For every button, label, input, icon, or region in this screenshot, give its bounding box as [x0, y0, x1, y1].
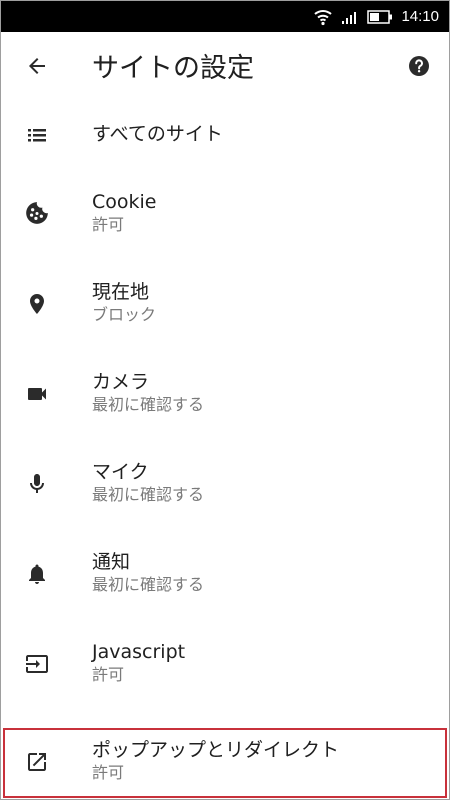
- location-pin-icon: [23, 290, 51, 318]
- list-item-texts: すべてのサイト: [92, 122, 223, 146]
- list-item-notifications[interactable]: 通知 最初に確認する: [1, 528, 449, 618]
- list-item-status: 許可: [92, 665, 125, 684]
- list-item-camera[interactable]: カメラ 最初に確認する: [1, 348, 449, 438]
- list-item-texts: 通知 最初に確認する: [92, 550, 204, 596]
- videocam-icon: [23, 380, 51, 408]
- microphone-icon: [23, 470, 51, 498]
- list-item-cookie[interactable]: Cookie 許可: [1, 168, 449, 258]
- list-item-label: マイク: [92, 461, 149, 483]
- list-item-label: 現在地: [92, 281, 150, 303]
- help-button[interactable]: [407, 54, 431, 78]
- list-item-texts: Cookie 許可: [92, 190, 157, 236]
- list-item-status: ブロック: [92, 305, 157, 324]
- list-item-label: 通知: [92, 551, 131, 573]
- input-icon: [23, 650, 51, 678]
- list-item-label: Cookie: [92, 191, 157, 213]
- back-button[interactable]: [23, 52, 51, 80]
- list-item-popups-redirects[interactable]: ポップアップとリダイレクト 許可: [3, 728, 447, 798]
- list-item-texts: Javascript 許可: [92, 640, 185, 686]
- list-item-texts: ポップアップとリダイレクト 許可: [92, 738, 339, 784]
- bell-icon: [23, 560, 51, 588]
- screen: 14:10 サイトの設定 すべてのサイト Cookie 許可 現在地 ブロック …: [0, 0, 450, 800]
- list-item-location[interactable]: 現在地 ブロック: [1, 258, 449, 348]
- battery-icon: [367, 9, 393, 24]
- list-item-microphone[interactable]: マイク 最初に確認する: [1, 438, 449, 528]
- list-item-texts: カメラ 最初に確認する: [92, 370, 204, 416]
- list-item-label: カメラ: [92, 371, 150, 393]
- signal-icon: [342, 11, 357, 24]
- list-item-status: 最初に確認する: [92, 575, 205, 594]
- status-icons: 14:10: [313, 1, 439, 32]
- page-title: サイトの設定: [92, 53, 254, 84]
- list-item-status: 許可: [92, 215, 125, 234]
- list-item-texts: マイク 最初に確認する: [92, 460, 204, 506]
- list-item-status: 許可: [92, 763, 125, 782]
- list-icon: [23, 121, 51, 149]
- status-bar: 14:10: [1, 1, 449, 32]
- arrow-back-icon: [29, 58, 45, 74]
- list-item-all-sites[interactable]: すべてのサイト: [1, 102, 449, 168]
- list-item-label: すべてのサイト: [92, 123, 223, 145]
- wifi-icon: [314, 9, 333, 25]
- list-item-status: 最初に確認する: [92, 485, 205, 504]
- list-item-status: 最初に確認する: [92, 395, 205, 414]
- list-item-javascript[interactable]: Javascript 許可: [1, 618, 449, 708]
- list-item-texts: 現在地 ブロック: [92, 280, 156, 326]
- app-bar: サイトの設定: [1, 32, 449, 102]
- open-in-new-icon: [23, 748, 51, 776]
- cookie-icon: [23, 199, 51, 227]
- help-icon: [409, 56, 429, 76]
- status-time: 14:10: [401, 8, 439, 25]
- list-item-label: ポップアップとリダイレクト: [92, 739, 340, 761]
- list-item-label: Javascript: [92, 641, 186, 663]
